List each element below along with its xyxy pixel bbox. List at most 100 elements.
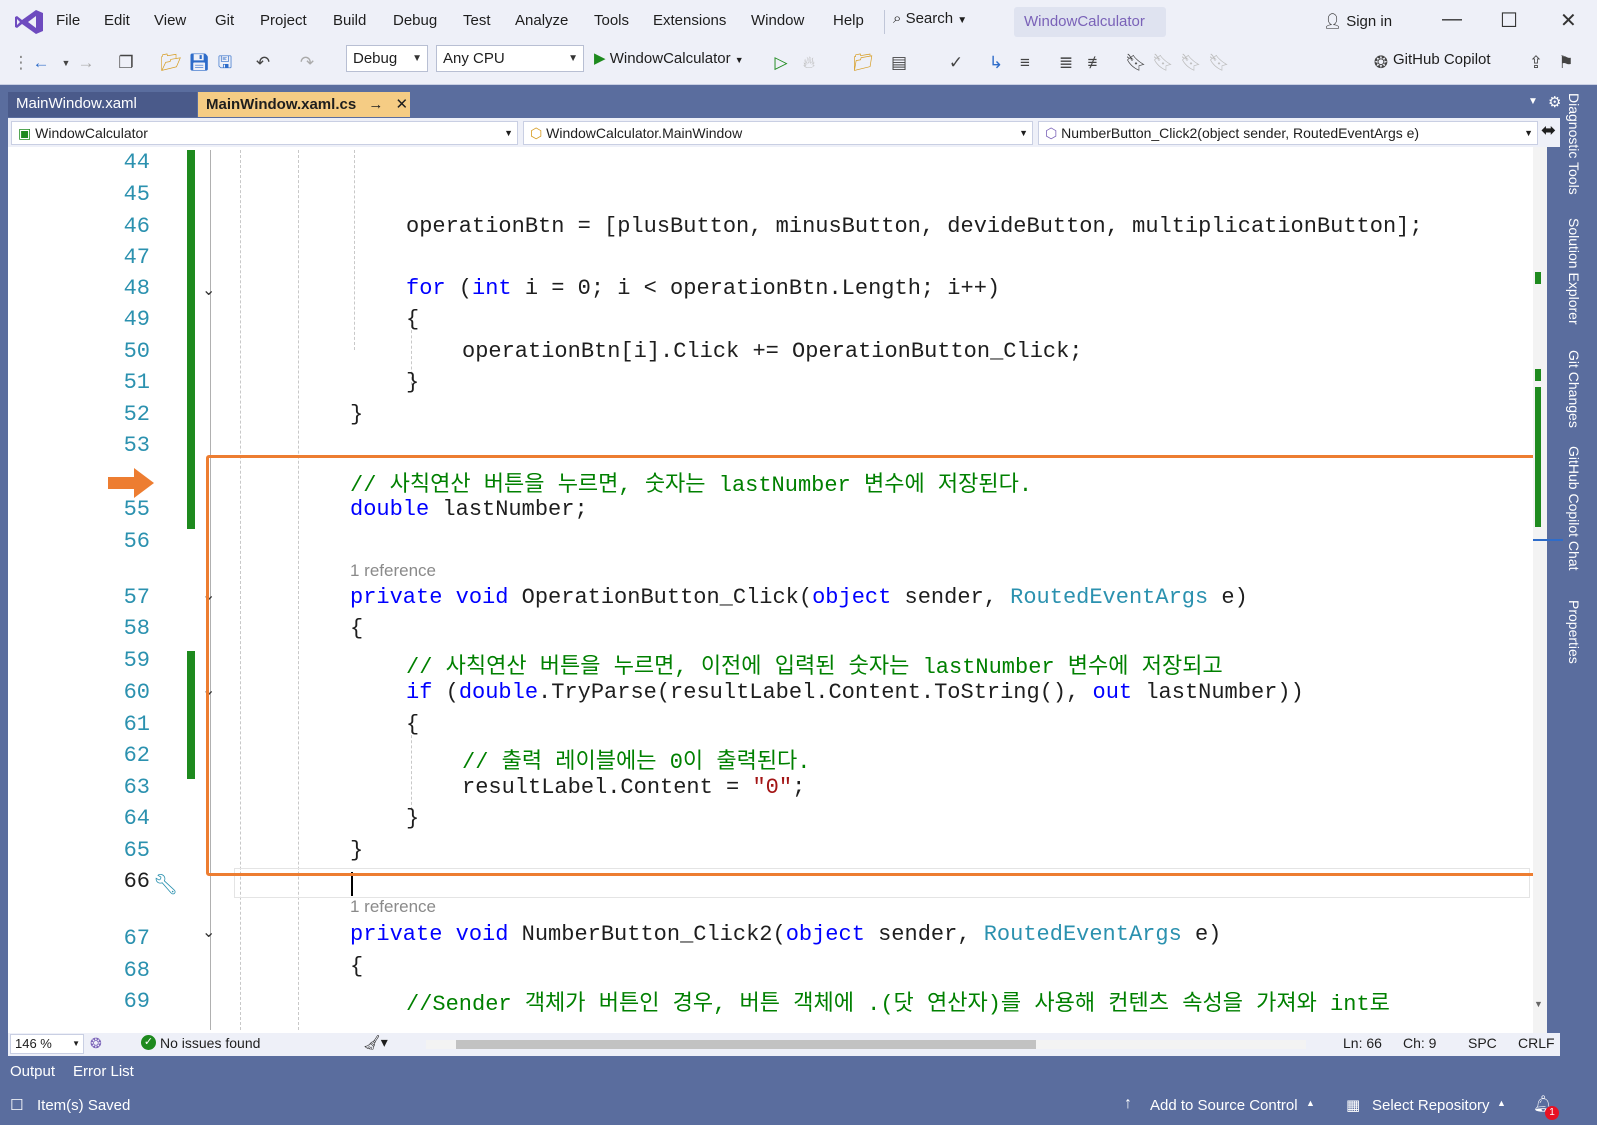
side-tab-solution-explorer[interactable]: Solution Explorer bbox=[1566, 218, 1582, 325]
share-icon[interactable]: ⇪ bbox=[1525, 52, 1547, 74]
bookmark-icon[interactable]: 🔖︎ bbox=[1125, 52, 1147, 74]
select-repository-button[interactable]: Select Repository bbox=[1372, 1097, 1490, 1114]
close-icon[interactable]: ✕ bbox=[396, 96, 409, 113]
tab-overflow-icon[interactable]: ▼ bbox=[1528, 96, 1538, 107]
codelens-reference[interactable]: 1 reference bbox=[350, 897, 436, 917]
comment-icon[interactable]: ≣ bbox=[1055, 52, 1077, 74]
format-document-icon[interactable]: ≡ bbox=[1014, 52, 1036, 74]
platform-select[interactable]: Any CPU ▼ bbox=[436, 45, 584, 72]
project-dropdown[interactable]: ▣ WindowCalculator ▼ bbox=[11, 121, 518, 145]
fold-chevron-icon[interactable]: ⌄ bbox=[202, 922, 215, 942]
member-dropdown[interactable]: ⬡ NumberButton_Click2(object sender, Rou… bbox=[1038, 121, 1538, 145]
copilot-status-icon[interactable]: ❂ bbox=[90, 1035, 102, 1052]
tab-output[interactable]: Output bbox=[10, 1063, 55, 1080]
step-into-icon[interactable]: ↳ bbox=[985, 52, 1007, 74]
side-tab-diagnostic-tools[interactable]: Diagnostic Tools bbox=[1566, 93, 1582, 195]
issues-status[interactable]: No issues found bbox=[160, 1035, 260, 1051]
line-indicator[interactable]: Ln: 66 bbox=[1343, 1035, 1382, 1051]
chevron-down-icon[interactable]: ▼ bbox=[55, 52, 77, 74]
csharp-project-icon: ▣ bbox=[18, 125, 32, 141]
highlight-box bbox=[206, 455, 1538, 876]
type-dropdown[interactable]: ⬡ WindowCalculator.MainWindow ▼ bbox=[523, 121, 1033, 145]
side-tab-git-changes[interactable]: Git Changes bbox=[1566, 350, 1582, 428]
user-icon: 👤︎ bbox=[1323, 13, 1343, 30]
feedback-icon[interactable]: ⚑ bbox=[1555, 52, 1577, 74]
chevron-down-icon: ▼ bbox=[1524, 128, 1533, 138]
tab-mainwindow-xaml-cs[interactable]: MainWindow.xaml.cs → ✕ bbox=[198, 92, 410, 117]
code-cleanup-icon[interactable]: 🧹︎▾ bbox=[363, 1034, 388, 1051]
clear-bookmarks-icon[interactable]: 🔖︎ bbox=[1208, 52, 1230, 74]
minimize-button[interactable]: — bbox=[1442, 8, 1462, 31]
start-without-debugging-icon[interactable]: ▷ bbox=[770, 52, 792, 74]
standard-toolbar: ⋮ ← ▼ → ❐ 📂︎ 💾︎ 🖫︎ ↶ ↷ Debug ▼ Any CPU ▼… bbox=[0, 43, 1597, 85]
new-project-icon[interactable]: ❐ bbox=[115, 52, 137, 74]
search-button[interactable]: ⌕ Search ▼ bbox=[893, 10, 967, 34]
side-tab-github-copilot-chat[interactable]: GitHub Copilot Chat bbox=[1566, 446, 1582, 571]
chevron-up-icon[interactable]: ▲ bbox=[1497, 1098, 1506, 1108]
menu-extensions[interactable]: Extensions bbox=[653, 12, 726, 29]
vertical-scrollbar[interactable]: ▼ bbox=[1533, 147, 1563, 1033]
menu-window[interactable]: Window bbox=[751, 12, 804, 29]
save-all-icon[interactable]: 🖫︎ bbox=[214, 52, 236, 74]
spell-check-icon[interactable]: ✓ bbox=[945, 52, 967, 74]
code-line: { bbox=[350, 954, 364, 979]
chevron-down-icon: ▼ bbox=[568, 53, 578, 64]
tab-error-list[interactable]: Error List bbox=[73, 1063, 134, 1080]
menu-file[interactable]: File bbox=[56, 12, 80, 29]
open-folder-icon[interactable]: 📂︎ bbox=[160, 52, 182, 74]
menu-edit[interactable]: Edit bbox=[104, 12, 130, 29]
layout-icon[interactable]: ▤ bbox=[888, 52, 910, 74]
redo-icon[interactable]: ↷ bbox=[296, 52, 318, 74]
scroll-thumb[interactable] bbox=[456, 1040, 1036, 1049]
chevron-down-icon: ▼ bbox=[504, 128, 513, 138]
save-icon[interactable]: 💾︎ bbox=[188, 52, 210, 74]
line-number: 50 bbox=[123, 339, 150, 364]
side-tab-properties[interactable]: Properties bbox=[1566, 600, 1582, 664]
menu-test[interactable]: Test bbox=[463, 12, 491, 29]
run-button[interactable]: ▶ WindowCalculator ▼ bbox=[594, 49, 744, 67]
chevron-up-icon[interactable]: ▲ bbox=[1306, 1098, 1315, 1108]
column-indicator[interactable]: Ch: 9 bbox=[1403, 1035, 1436, 1051]
line-number: 65 bbox=[123, 838, 150, 863]
close-window-button[interactable]: ✕ bbox=[1560, 8, 1577, 33]
tab-mainwindow-xaml[interactable]: MainWindow.xaml bbox=[8, 92, 197, 117]
menu-view[interactable]: View bbox=[154, 12, 186, 29]
menu-build[interactable]: Build bbox=[333, 12, 366, 29]
maximize-button[interactable]: ☐ bbox=[1500, 8, 1518, 33]
solution-explorer-icon[interactable]: 📁︎ bbox=[852, 52, 874, 74]
zoom-select[interactable]: 146 % ▼ bbox=[10, 1034, 84, 1054]
line-number: 68 bbox=[123, 958, 150, 983]
prev-bookmark-icon[interactable]: 🔖︎ bbox=[1152, 52, 1174, 74]
menu-project[interactable]: Project bbox=[260, 12, 307, 29]
pin-icon[interactable]: → bbox=[368, 96, 383, 113]
navigate-back-icon[interactable]: ← bbox=[30, 52, 52, 74]
line-ending-indicator[interactable]: CRLF bbox=[1518, 1035, 1555, 1051]
split-editor-icon[interactable]: ⬌ bbox=[1541, 120, 1556, 141]
copilot-icon[interactable]: ❂ bbox=[1370, 52, 1392, 74]
configuration-select[interactable]: Debug ▼ bbox=[346, 45, 428, 72]
quick-actions-icon[interactable]: 🔧︎ bbox=[153, 872, 178, 897]
sign-in-button[interactable]: 👤︎ Sign in bbox=[1323, 12, 1392, 30]
next-bookmark-icon[interactable]: 🔖︎ bbox=[1180, 52, 1202, 74]
fold-chevron-icon[interactable]: ⌄ bbox=[202, 280, 215, 300]
add-to-source-control-button[interactable]: Add to Source Control bbox=[1150, 1097, 1298, 1114]
undo-icon[interactable]: ↶ bbox=[252, 52, 274, 74]
menu-debug[interactable]: Debug bbox=[393, 12, 437, 29]
menu-git[interactable]: Git bbox=[215, 12, 234, 29]
uncomment-icon[interactable]: ≢ bbox=[1085, 52, 1107, 74]
code-line: { bbox=[406, 307, 420, 332]
copilot-label[interactable]: GitHub Copilot bbox=[1393, 51, 1491, 68]
navigate-forward-icon[interactable]: → bbox=[75, 52, 97, 74]
scroll-down-icon[interactable]: ▼ bbox=[1534, 999, 1543, 1009]
horizontal-scrollbar[interactable] bbox=[426, 1040, 1306, 1049]
menu-help[interactable]: Help bbox=[833, 12, 864, 29]
hot-reload-icon[interactable]: 🔥︎ bbox=[798, 52, 820, 74]
line-number: 63 bbox=[123, 775, 150, 800]
zoom-value: 146 % bbox=[15, 1036, 52, 1051]
visual-studio-logo-icon[interactable] bbox=[14, 8, 44, 36]
menu-tools[interactable]: Tools bbox=[594, 12, 629, 29]
whitespace-indicator[interactable]: SPC bbox=[1468, 1035, 1497, 1051]
line-number: 53 bbox=[123, 433, 150, 458]
menu-analyze[interactable]: Analyze bbox=[515, 12, 568, 29]
code-text: ( bbox=[445, 276, 473, 301]
